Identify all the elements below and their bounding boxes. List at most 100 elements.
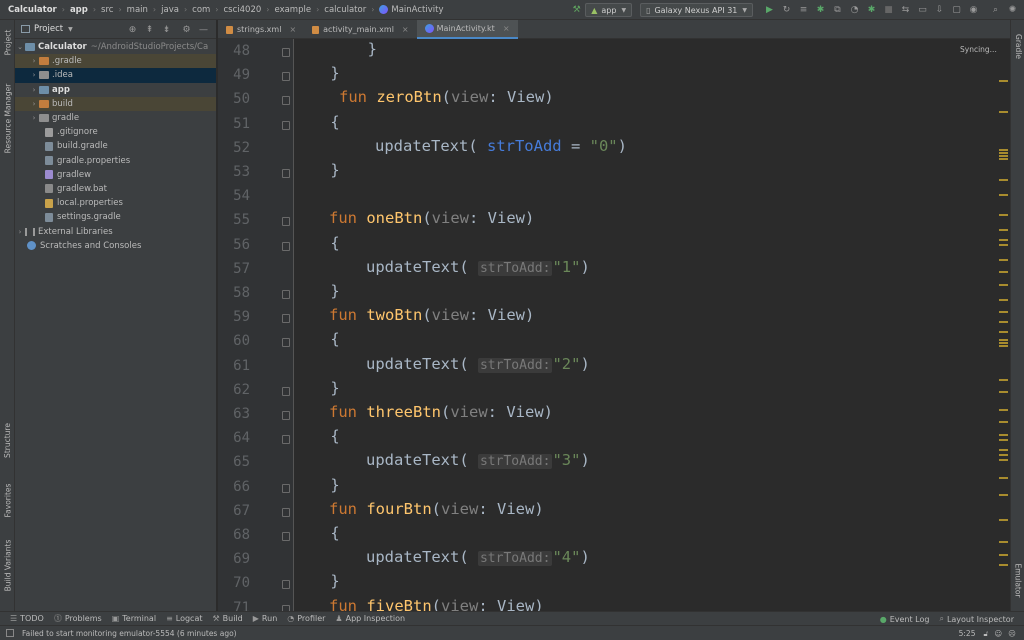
chevron-right-icon[interactable]: › bbox=[29, 100, 39, 108]
device-dropdown[interactable]: ▯ Galaxy Nexus API 31 ▼ bbox=[640, 3, 753, 17]
tree-item-build[interactable]: › build bbox=[15, 96, 216, 111]
breadcrumb-item-mainactivity[interactable]: MainActivity bbox=[391, 5, 443, 15]
tree-item-settings-gradle[interactable]: settings.gradle bbox=[15, 210, 216, 224]
minimize-icon[interactable]: — bbox=[198, 24, 209, 35]
warning-marker[interactable] bbox=[999, 554, 1008, 556]
emulator-icon[interactable]: ▢ bbox=[951, 5, 962, 16]
face-icon[interactable]: ☺ bbox=[994, 629, 1002, 638]
code-line[interactable]: { bbox=[293, 524, 339, 542]
tab-strings-xml[interactable]: strings.xml × bbox=[218, 20, 304, 39]
attach-debugger-icon[interactable]: ⧉ bbox=[832, 5, 843, 16]
lock-icon[interactable]: 🔓︎ bbox=[983, 629, 988, 639]
warning-marker[interactable] bbox=[999, 449, 1008, 451]
status-toggle-icon[interactable] bbox=[6, 629, 14, 637]
fold-icon[interactable] bbox=[282, 483, 290, 493]
tool-tab-structure[interactable]: Structure bbox=[0, 415, 15, 465]
tree-item-gitignore[interactable]: .gitignore bbox=[15, 125, 216, 139]
warning-marker[interactable] bbox=[999, 345, 1008, 347]
debug-icon[interactable]: ✱ bbox=[815, 5, 826, 16]
warning-marker[interactable] bbox=[999, 214, 1008, 216]
tool-app-inspection[interactable]: ♟ App Inspection bbox=[335, 614, 405, 623]
code-line[interactable]: updateText( strToAdd = "0") bbox=[375, 137, 627, 155]
fold-icon[interactable] bbox=[282, 169, 290, 178]
tree-item-gradle-dir[interactable]: › .gradle bbox=[15, 54, 216, 69]
warning-marker[interactable] bbox=[999, 321, 1008, 323]
code-line[interactable]: fun threeBtn(view: View) bbox=[329, 403, 553, 421]
fold-icon[interactable] bbox=[282, 120, 290, 130]
hammer-icon[interactable]: ⚒ bbox=[571, 5, 582, 16]
fold-icon[interactable] bbox=[282, 290, 290, 299]
tree-item-external-libraries[interactable]: › External Libraries bbox=[15, 224, 216, 238]
fold-icon[interactable] bbox=[282, 532, 290, 541]
warning-marker[interactable] bbox=[999, 149, 1008, 151]
tab-mainactivity-kt[interactable]: MainActivity.kt × bbox=[416, 20, 518, 39]
sync-gradle-icon[interactable]: ⇆ bbox=[900, 5, 911, 16]
error-stripe[interactable] bbox=[996, 39, 1010, 611]
code-line[interactable]: { bbox=[293, 113, 339, 131]
code-line[interactable]: } bbox=[293, 572, 339, 590]
tool-run[interactable]: ▶ Run bbox=[253, 614, 278, 623]
tool-profiler[interactable]: ◔ Profiler bbox=[287, 614, 325, 623]
settings-icon[interactable]: ✺ bbox=[1007, 5, 1018, 16]
fold-icon[interactable] bbox=[282, 435, 290, 445]
tool-tab-gradle[interactable]: Gradle bbox=[1011, 26, 1024, 66]
tool-tab-project[interactable]: Project bbox=[0, 22, 15, 62]
breadcrumb-item-project[interactable]: Calculator bbox=[8, 5, 57, 15]
code-line[interactable]: { bbox=[293, 330, 339, 348]
tree-item-app[interactable]: › app bbox=[15, 83, 216, 97]
code-line[interactable]: } bbox=[293, 282, 339, 300]
warning-marker[interactable] bbox=[999, 391, 1008, 393]
tab-activity-main-xml[interactable]: activity_main.xml × bbox=[304, 20, 416, 39]
profiler-icon[interactable]: ◔ bbox=[849, 5, 860, 16]
fold-icon[interactable] bbox=[282, 241, 290, 251]
tool-problems[interactable]: ⓵ Problems bbox=[54, 613, 102, 624]
stop-icon[interactable]: ■ bbox=[883, 5, 894, 16]
tool-build[interactable]: ⚒ Build bbox=[213, 614, 243, 623]
breadcrumb-item-example[interactable]: example bbox=[274, 5, 311, 15]
code-line[interactable]: updateText( strToAdd: "1") bbox=[366, 258, 590, 276]
run-icon[interactable]: ▶ bbox=[764, 5, 775, 16]
code-line[interactable]: fun fiveBtn(view: View) bbox=[329, 597, 544, 611]
warning-marker[interactable] bbox=[999, 284, 1008, 286]
tree-item-gradlew-bat[interactable]: gradlew.bat bbox=[15, 182, 216, 196]
chevron-right-icon[interactable]: › bbox=[29, 114, 39, 122]
code-line[interactable]: { bbox=[293, 427, 339, 445]
assistant-icon[interactable]: ◉ bbox=[968, 5, 979, 16]
notifications-icon[interactable]: ☹ bbox=[1008, 629, 1016, 638]
breadcrumb-item-java[interactable]: java bbox=[161, 5, 179, 15]
fold-icon[interactable] bbox=[282, 217, 290, 227]
warning-marker[interactable] bbox=[999, 421, 1008, 423]
warning-marker[interactable] bbox=[999, 239, 1008, 241]
device-manager-icon[interactable]: ▭ bbox=[917, 5, 928, 16]
fold-icon[interactable] bbox=[282, 411, 290, 420]
breadcrumb-item-src[interactable]: src bbox=[101, 5, 113, 15]
breadcrumb-item-com[interactable]: com bbox=[192, 5, 210, 15]
tool-tab-emulator[interactable]: Emulator bbox=[1011, 555, 1024, 605]
tree-item-idea[interactable]: › .idea bbox=[15, 68, 216, 83]
warning-marker[interactable] bbox=[999, 311, 1008, 313]
tree-item-gradle[interactable]: › gradle bbox=[15, 111, 216, 125]
code-line[interactable]: updateText( strToAdd: "3") bbox=[366, 451, 590, 470]
breadcrumb-item-calculator[interactable]: calculator bbox=[324, 5, 366, 15]
code-line[interactable]: } bbox=[293, 161, 339, 179]
search-icon[interactable]: ⌕ bbox=[990, 5, 1001, 16]
warning-marker[interactable] bbox=[999, 331, 1008, 333]
chevron-down-icon[interactable]: ⌄ bbox=[15, 43, 25, 51]
warning-marker[interactable] bbox=[999, 271, 1008, 273]
tool-layout-inspector[interactable]: ⌕ Layout Inspector bbox=[939, 614, 1014, 624]
close-icon[interactable]: × bbox=[289, 25, 296, 34]
chevron-right-icon[interactable]: › bbox=[29, 86, 39, 94]
breadcrumb-item-module[interactable]: app bbox=[70, 5, 88, 15]
warning-marker[interactable] bbox=[999, 342, 1008, 344]
tool-terminal[interactable]: ▣ Terminal bbox=[112, 614, 156, 623]
tool-tab-resource-manager[interactable]: Resource Manager bbox=[0, 78, 15, 158]
chevron-down-icon[interactable]: ▼ bbox=[68, 26, 73, 33]
fold-icon[interactable] bbox=[282, 314, 290, 324]
warning-marker[interactable] bbox=[999, 158, 1008, 160]
close-icon[interactable]: × bbox=[402, 25, 409, 34]
warning-marker[interactable] bbox=[999, 541, 1008, 543]
warning-marker[interactable] bbox=[999, 339, 1008, 341]
code-line[interactable]: } bbox=[293, 40, 377, 58]
warning-marker[interactable] bbox=[999, 439, 1008, 441]
code-line[interactable]: fun zeroBtn(view: View) bbox=[339, 88, 554, 106]
